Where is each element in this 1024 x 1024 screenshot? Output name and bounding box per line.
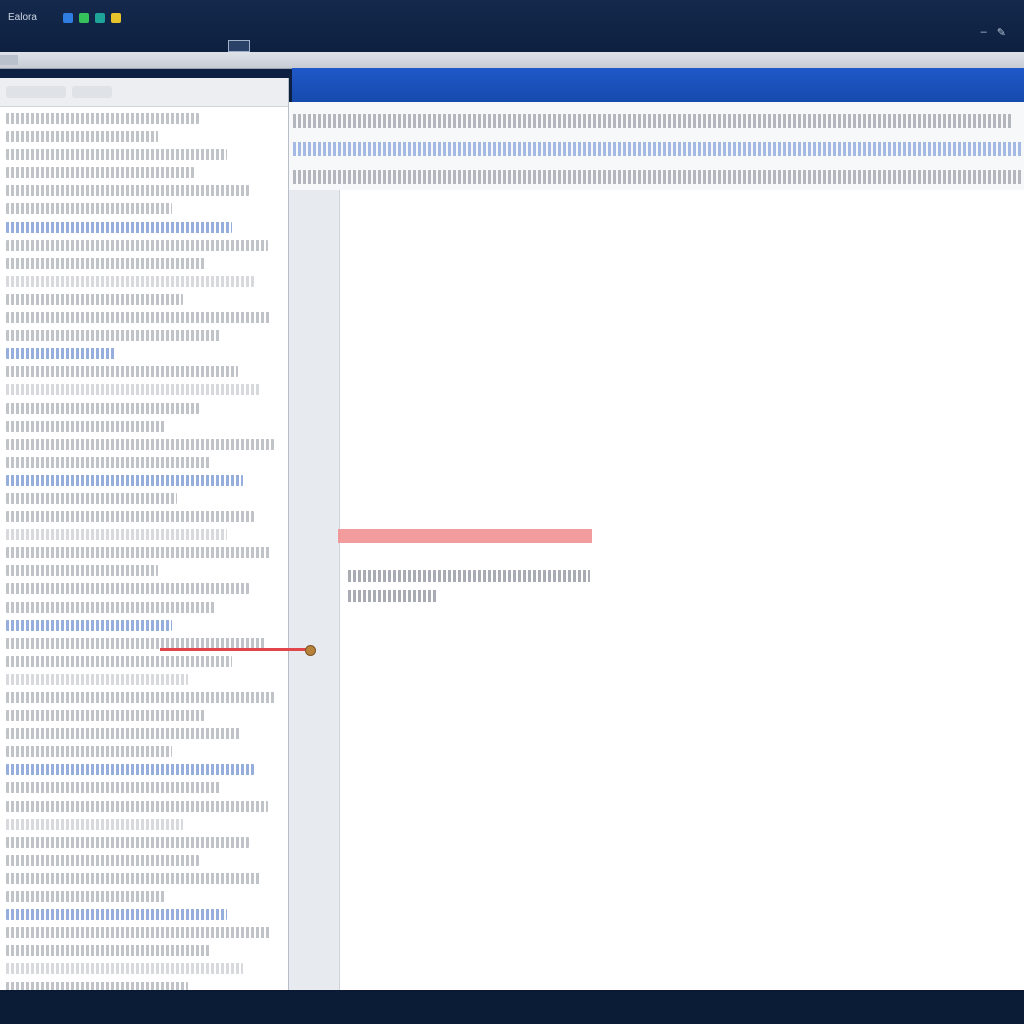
text-line <box>6 438 274 450</box>
link-connector <box>160 648 310 651</box>
text-line <box>6 764 255 776</box>
text-line <box>6 728 241 740</box>
text-line <box>6 673 189 685</box>
left-pane-tab[interactable] <box>6 86 66 98</box>
text-line <box>6 366 238 378</box>
tray-app-label: Ealora <box>8 12 37 23</box>
text-line <box>6 239 269 251</box>
body-text-line <box>348 590 438 602</box>
text-line <box>6 384 260 396</box>
text-line <box>6 909 227 921</box>
text-line <box>6 746 172 758</box>
left-pane-tab[interactable] <box>72 86 112 98</box>
text-line <box>6 547 271 559</box>
text-line <box>6 221 233 233</box>
system-tray: Ealora <box>8 12 121 23</box>
tray-icon-teal[interactable] <box>94 12 105 23</box>
document-title-band <box>292 68 1024 102</box>
source-text-pane[interactable] <box>0 78 289 990</box>
text-line <box>6 529 227 541</box>
text-line <box>6 891 167 903</box>
text-line <box>6 167 194 179</box>
text-line <box>6 945 211 957</box>
minimize-icon[interactable]: – <box>981 26 987 39</box>
text-line <box>6 927 271 939</box>
text-line <box>6 275 255 287</box>
menu-icon[interactable] <box>0 55 18 65</box>
browser-toolbar <box>0 52 1024 69</box>
window-thumbnail-icon[interactable] <box>228 40 250 52</box>
pane-gutter <box>289 190 340 990</box>
document-header <box>289 102 1024 191</box>
text-line <box>6 456 211 468</box>
text-line <box>6 474 244 486</box>
text-line <box>6 149 227 161</box>
text-line <box>6 203 172 215</box>
taskbar <box>0 992 1024 1024</box>
text-line <box>6 710 205 722</box>
text-line <box>6 402 200 414</box>
text-line <box>6 655 233 667</box>
left-pane-tabbar <box>0 78 288 107</box>
text-line <box>6 312 271 324</box>
system-top-bar: Ealora – ✎ <box>0 0 1024 52</box>
desktop-screen: Ealora – ✎ <box>0 0 1024 1024</box>
tray-icon-yellow[interactable] <box>110 12 121 23</box>
header-text-line <box>293 142 1023 156</box>
tray-icon-green[interactable] <box>78 12 89 23</box>
highlighted-text[interactable] <box>338 529 592 543</box>
text-line <box>6 872 260 884</box>
text-line <box>6 565 158 577</box>
connector-handle[interactable] <box>305 645 316 656</box>
text-line <box>6 511 255 523</box>
text-line <box>6 800 269 812</box>
text-line <box>6 492 178 504</box>
document-body[interactable] <box>340 190 1024 990</box>
text-line <box>6 601 216 613</box>
pen-icon[interactable]: ✎ <box>997 26 1006 39</box>
text-line <box>6 692 277 703</box>
text-line <box>6 131 158 143</box>
text-line <box>6 854 200 866</box>
text-line <box>6 836 249 848</box>
text-line <box>6 420 167 432</box>
text-line <box>6 257 205 269</box>
header-text-line <box>293 170 1021 184</box>
text-line <box>6 330 222 342</box>
text-line <box>6 818 183 830</box>
text-line <box>6 782 222 794</box>
text-line <box>6 981 189 990</box>
text-line <box>6 963 244 975</box>
text-line <box>6 185 249 197</box>
text-line <box>6 619 172 631</box>
window-controls: – ✎ <box>981 26 1006 39</box>
text-line <box>6 348 117 360</box>
text-line-list <box>0 107 288 990</box>
text-line <box>6 113 200 124</box>
body-text-line <box>348 570 590 582</box>
text-line <box>6 583 249 595</box>
tray-icon-blue[interactable] <box>62 12 73 23</box>
header-text-line <box>293 114 1013 128</box>
text-line <box>6 293 183 305</box>
